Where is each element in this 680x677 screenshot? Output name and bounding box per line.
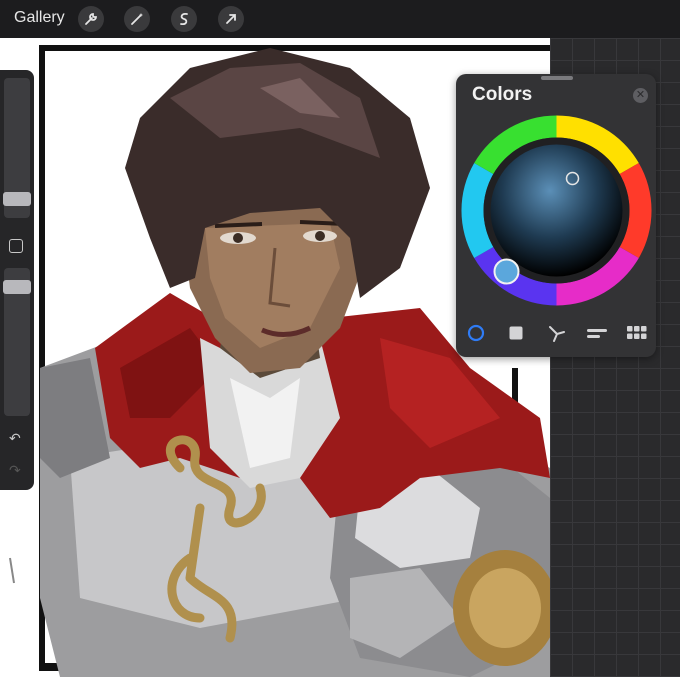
value-tab[interactable] (586, 322, 608, 344)
redo-arrow-icon[interactable]: ↷ (9, 462, 21, 479)
selection-icon (180, 12, 188, 26)
hue-handle[interactable] (493, 258, 520, 285)
disc-tab[interactable] (465, 322, 487, 344)
wrench-icon (85, 13, 97, 25)
close-icon[interactable]: ✕ (633, 88, 648, 103)
opacity-thumb[interactable] (3, 280, 31, 294)
harmony-tab[interactable] (546, 322, 568, 344)
brush-size-slider[interactable] (3, 78, 31, 218)
color-wheel[interactable] (460, 114, 653, 307)
selection-button[interactable] (171, 6, 197, 32)
adjustments-button[interactable] (124, 6, 150, 32)
saturation-brightness-disc[interactable] (490, 144, 623, 277)
magic-wand-icon (131, 13, 143, 25)
panel-grabber[interactable] (541, 76, 573, 80)
gallery-button[interactable]: Gallery (14, 9, 65, 27)
panel-title: Colors (472, 84, 533, 105)
modify-button[interactable] (9, 239, 23, 253)
colors-panel: Colors ✕ (456, 74, 656, 357)
top-toolbar: Gallery (0, 0, 680, 38)
square-icon (509, 326, 523, 340)
transform-button[interactable] (218, 6, 244, 32)
undo-arrow-icon[interactable]: ↶ (9, 430, 21, 447)
classic-tab[interactable] (505, 322, 527, 344)
color-mode-tabs (456, 322, 656, 344)
sliders-icon (587, 329, 607, 338)
harmony-icon (549, 326, 565, 342)
hue-ring[interactable] (461, 115, 652, 306)
opacity-slider[interactable] (3, 268, 31, 416)
circle-icon (467, 324, 485, 342)
transform-arrow-icon (226, 14, 236, 24)
actions-button[interactable] (78, 6, 104, 32)
palettes-tab[interactable] (626, 322, 648, 344)
grid-icon (627, 326, 647, 339)
left-sidebar: ↶ ↷ (0, 70, 34, 490)
brush-size-thumb[interactable] (3, 192, 31, 206)
